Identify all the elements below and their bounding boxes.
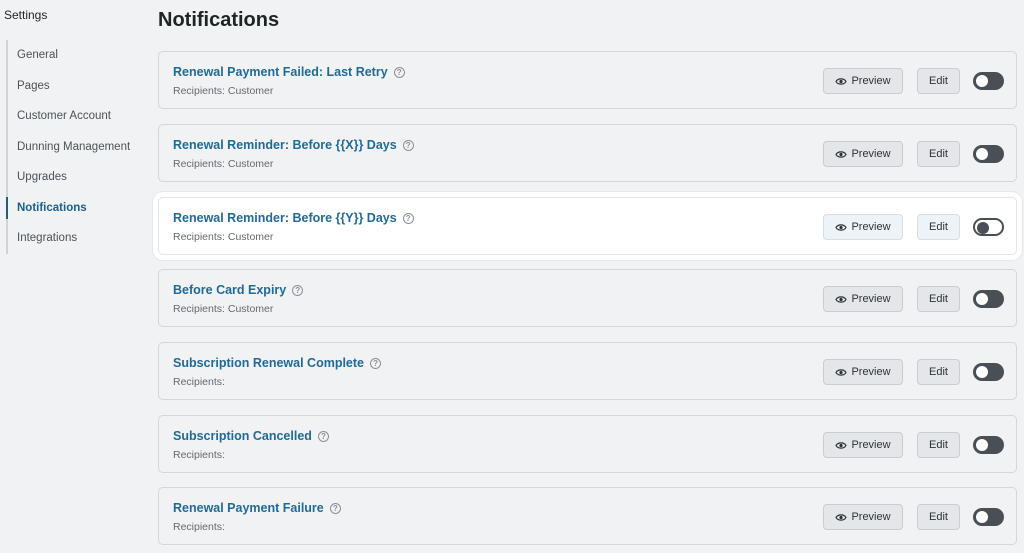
notification-card: Before Card Expiry? Recipients: Customer…: [158, 269, 1017, 327]
sidebar-item-dunning-management[interactable]: Dunning Management: [8, 132, 146, 163]
sidebar-title: Settings: [4, 8, 48, 22]
enable-toggle[interactable]: [973, 145, 1004, 163]
edit-button[interactable]: Edit: [917, 141, 960, 167]
notification-title: Renewal Payment Failure: [173, 501, 324, 515]
notification-card: Subscription Cancelled? Recipients: Prev…: [158, 415, 1017, 473]
notification-recipients: Recipients:: [173, 521, 225, 533]
help-icon[interactable]: ?: [393, 67, 405, 78]
notification-recipients: Recipients: Customer: [173, 158, 273, 170]
eye-icon: [835, 151, 848, 158]
recipients-label: Recipients:: [173, 231, 225, 243]
enable-toggle[interactable]: [973, 508, 1004, 526]
notification-title-link[interactable]: Renewal Payment Failure?: [173, 501, 341, 515]
notification-recipients: Recipients: Customer: [173, 85, 273, 97]
notification-recipients: Recipients:: [173, 376, 225, 388]
notification-recipients: Recipients: Customer: [173, 231, 273, 243]
help-icon[interactable]: ?: [402, 140, 414, 151]
preview-button[interactable]: Preview: [823, 432, 903, 458]
enable-toggle[interactable]: [973, 436, 1004, 454]
notification-title-link[interactable]: Renewal Reminder: Before {{Y}} Days?: [173, 211, 414, 225]
toggle-knob: [976, 148, 988, 160]
recipients-label: Recipients:: [173, 449, 225, 461]
help-icon[interactable]: ?: [292, 285, 304, 296]
sidebar-item-customer-account[interactable]: Customer Account: [8, 101, 146, 132]
sidebar-item-notifications[interactable]: Notifications: [6, 193, 146, 224]
notification-title-link[interactable]: Subscription Renewal Complete?: [173, 356, 382, 370]
recipients-label: Recipients:: [173, 303, 225, 315]
enable-toggle[interactable]: [973, 290, 1004, 308]
help-icon[interactable]: ?: [370, 358, 382, 369]
notification-card-highlighted: Renewal Reminder: Before {{Y}} Days? Rec…: [158, 197, 1017, 255]
preview-button[interactable]: Preview: [823, 141, 903, 167]
page-title: Notifications: [158, 9, 280, 31]
help-icon[interactable]: ?: [402, 213, 414, 224]
recipients-label: Recipients:: [173, 158, 225, 170]
settings-sidebar: Settings General Pages Customer Account …: [0, 0, 150, 553]
preview-label: Preview: [851, 439, 891, 451]
edit-button[interactable]: Edit: [917, 359, 960, 385]
edit-button[interactable]: Edit: [917, 286, 960, 312]
eye-icon: [835, 369, 848, 376]
preview-label: Preview: [851, 293, 891, 305]
eye-icon: [835, 296, 848, 303]
preview-label: Preview: [851, 511, 891, 523]
notification-recipients: Recipients: Customer: [173, 303, 273, 315]
help-icon[interactable]: ?: [329, 503, 341, 514]
notification-title: Renewal Reminder: Before {{Y}} Days: [173, 211, 397, 225]
edit-button[interactable]: Edit: [917, 432, 960, 458]
notification-title-link[interactable]: Renewal Reminder: Before {{X}} Days?: [173, 138, 414, 152]
preview-button[interactable]: Preview: [823, 504, 903, 530]
toggle-knob: [976, 439, 988, 451]
notification-title: Subscription Cancelled: [173, 429, 312, 443]
notification-card: Renewal Reminder: Before {{X}} Days? Rec…: [158, 124, 1017, 182]
help-icon[interactable]: ?: [317, 431, 329, 442]
edit-button[interactable]: Edit: [917, 504, 960, 530]
recipients-value: Customer: [227, 158, 274, 170]
recipients-value: Customer: [227, 85, 274, 97]
notification-title-link[interactable]: Subscription Cancelled?: [173, 429, 329, 443]
sidebar-item-upgrades[interactable]: Upgrades: [8, 162, 146, 193]
toggle-knob: [976, 366, 988, 378]
notification-title: Before Card Expiry: [173, 283, 287, 297]
enable-toggle[interactable]: [973, 218, 1004, 236]
notification-title: Renewal Reminder: Before {{X}} Days: [173, 138, 397, 152]
notification-title-link[interactable]: Renewal Payment Failed: Last Retry?: [173, 65, 405, 79]
preview-button[interactable]: Preview: [823, 359, 903, 385]
notification-title-link[interactable]: Before Card Expiry?: [173, 283, 304, 297]
enable-toggle[interactable]: [973, 72, 1004, 90]
toggle-knob: [976, 511, 988, 523]
preview-button[interactable]: Preview: [823, 286, 903, 312]
notification-title: Subscription Renewal Complete: [173, 356, 365, 370]
edit-button[interactable]: Edit: [917, 68, 960, 94]
sidebar-item-general[interactable]: General: [8, 40, 146, 71]
recipients-value: Customer: [227, 303, 274, 315]
eye-icon: [835, 78, 848, 85]
preview-label: Preview: [851, 75, 891, 87]
preview-label: Preview: [851, 148, 891, 160]
notification-card: Subscription Renewal Complete? Recipient…: [158, 342, 1017, 400]
preview-button[interactable]: Preview: [823, 214, 903, 240]
sidebar-item-integrations[interactable]: Integrations: [8, 223, 146, 254]
notification-card: Renewal Payment Failed: Last Retry? Reci…: [158, 51, 1017, 109]
notification-recipients: Recipients:: [173, 449, 225, 461]
eye-icon: [835, 514, 848, 521]
preview-label: Preview: [851, 366, 891, 378]
preview-label: Preview: [851, 221, 891, 233]
recipients-label: Recipients:: [173, 521, 225, 533]
toggle-knob: [976, 75, 988, 87]
eye-icon: [835, 224, 848, 231]
sidebar-nav: General Pages Customer Account Dunning M…: [6, 40, 146, 254]
sidebar-item-pages[interactable]: Pages: [8, 71, 146, 102]
recipients-value: Customer: [227, 231, 274, 243]
recipients-label: Recipients:: [173, 376, 225, 388]
recipients-label: Recipients:: [173, 85, 225, 97]
enable-toggle[interactable]: [973, 363, 1004, 381]
eye-icon: [835, 442, 848, 449]
notification-card: Renewal Payment Failure? Recipients: Pre…: [158, 487, 1017, 545]
edit-button[interactable]: Edit: [917, 214, 960, 240]
toggle-knob: [976, 293, 988, 305]
toggle-knob: [977, 222, 989, 234]
notification-title: Renewal Payment Failed: Last Retry: [173, 65, 388, 79]
preview-button[interactable]: Preview: [823, 68, 903, 94]
